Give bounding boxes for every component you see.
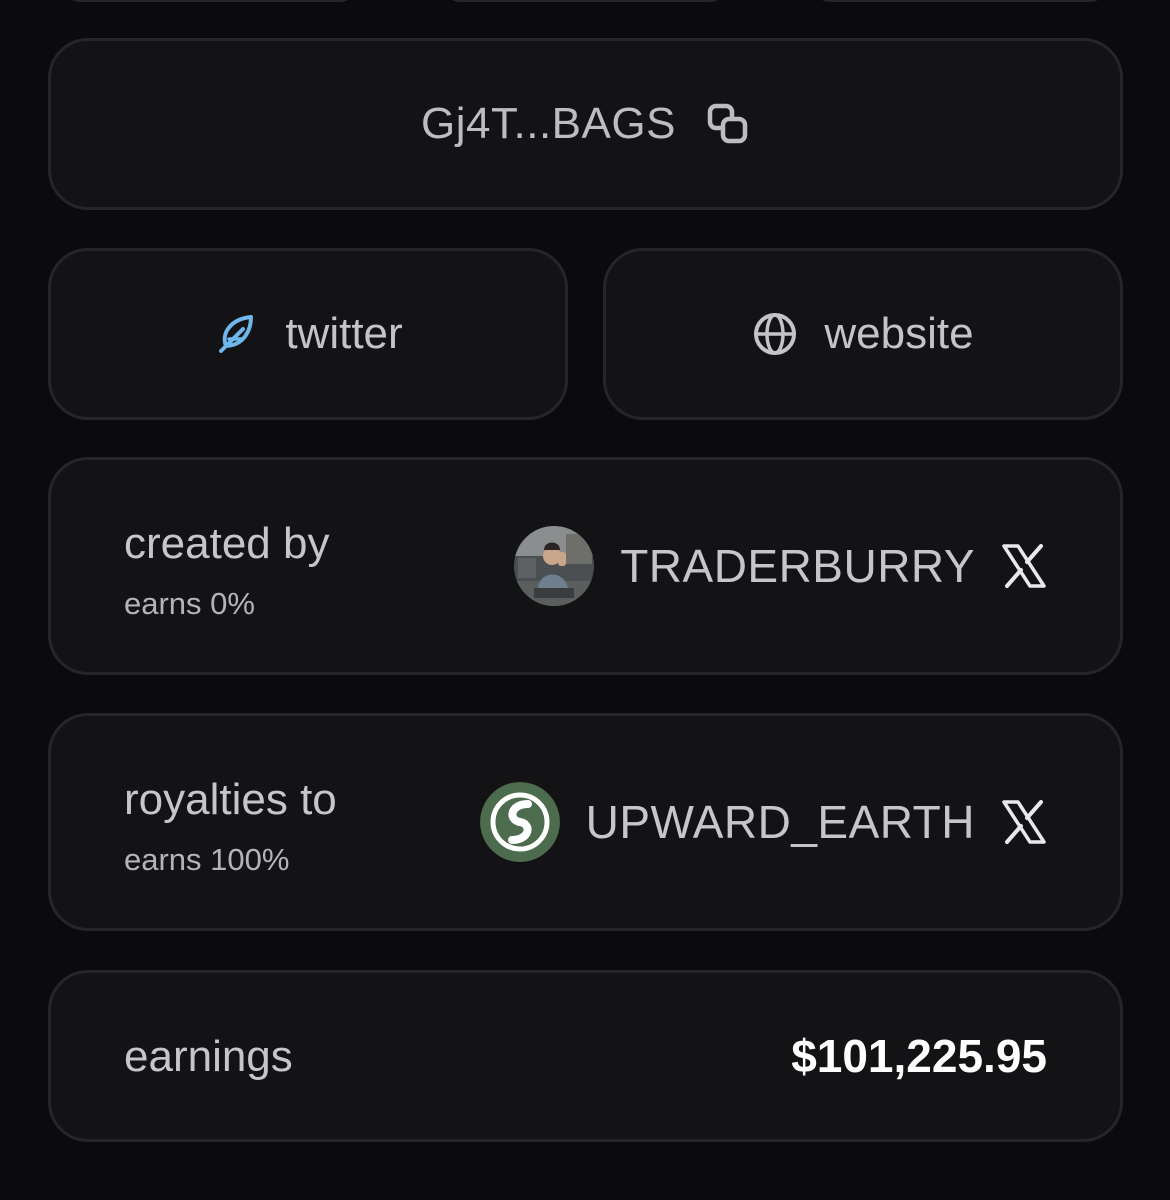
creator-earns-label: earns 0% <box>124 586 255 621</box>
royalties-card: royalties to earns 100% UPWARD_EARTH <box>48 713 1123 931</box>
feather-icon <box>213 311 259 357</box>
creator-role-label: created by <box>124 519 330 568</box>
x-icon[interactable] <box>1001 543 1047 589</box>
website-link-button[interactable]: website <box>603 248 1123 420</box>
twitter-link-label: twitter <box>285 309 403 358</box>
contract-address: Gj4T...BAGS <box>421 99 676 148</box>
royalties-role-label: royalties to <box>124 775 337 824</box>
top-card-stub-1 <box>60 0 360 2</box>
top-card-stub-3 <box>810 0 1110 2</box>
creator-username[interactable]: TRADERBURRY <box>620 539 975 593</box>
royalties-avatar[interactable] <box>479 782 560 862</box>
website-link-label: website <box>824 309 974 358</box>
earnings-label: earnings <box>124 1032 293 1081</box>
royalties-username[interactable]: UPWARD_EARTH <box>586 795 975 849</box>
earnings-value: $101,225.95 <box>791 1030 1047 1082</box>
creator-card: created by earns 0% TRADERBURRY <box>48 457 1123 675</box>
twitter-link-button[interactable]: twitter <box>48 248 568 420</box>
copy-icon[interactable] <box>706 102 750 146</box>
contract-address-button[interactable]: Gj4T...BAGS <box>48 38 1123 210</box>
royalties-earns-label: earns 100% <box>124 842 290 877</box>
top-card-stub-2 <box>440 0 730 2</box>
globe-icon <box>752 311 798 357</box>
earnings-card: earnings $101,225.95 <box>48 970 1123 1142</box>
x-icon[interactable] <box>1001 799 1047 845</box>
creator-avatar[interactable] <box>514 526 595 606</box>
